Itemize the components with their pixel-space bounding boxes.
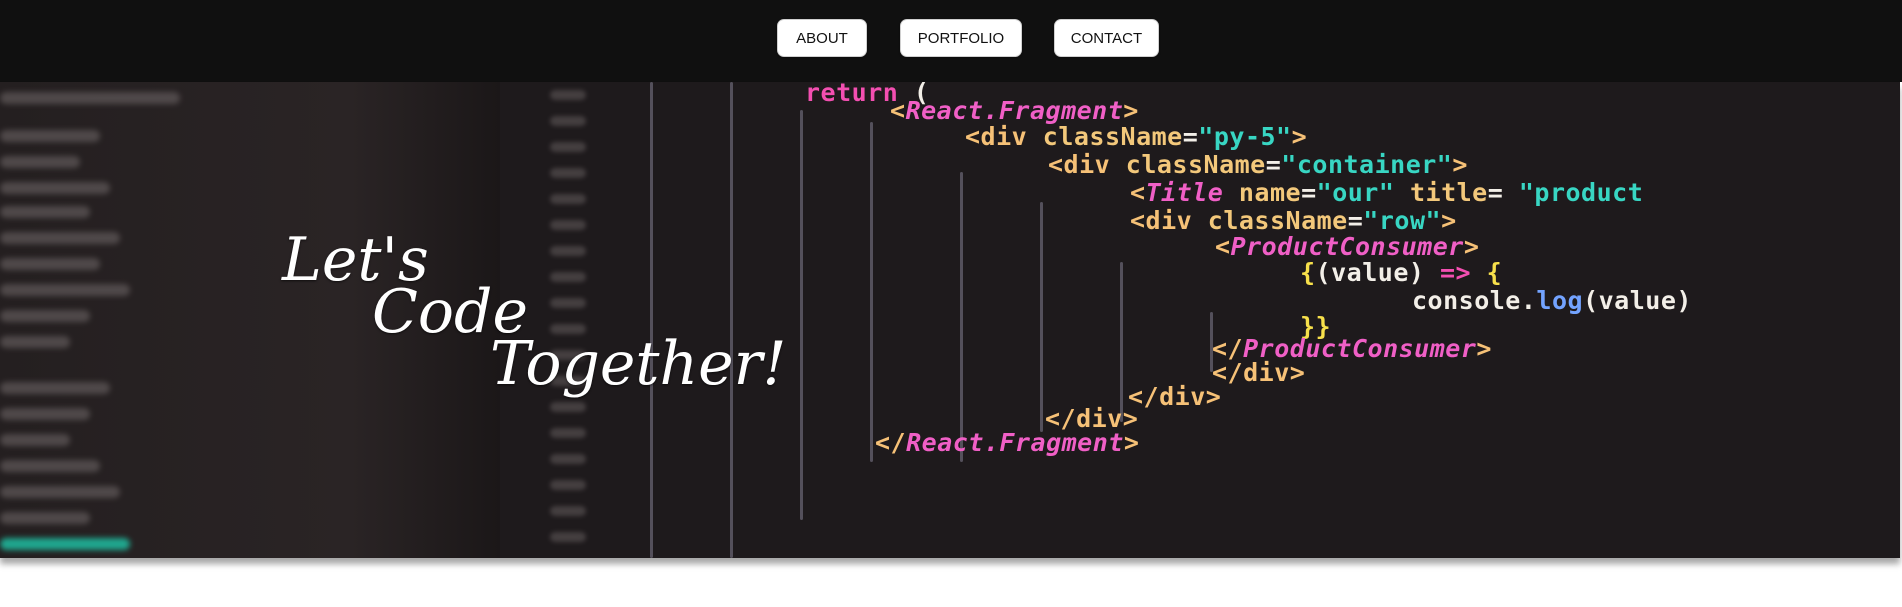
blurred-file-entry	[0, 130, 100, 142]
line-number	[550, 298, 586, 308]
nav-about-button[interactable]: ABOUT	[777, 19, 867, 57]
line-number	[550, 428, 586, 438]
blurred-file-entry	[0, 460, 100, 472]
code-line: <div className="container">	[1048, 150, 1468, 179]
code-line: </React.Fragment>	[875, 428, 1140, 457]
line-number	[550, 532, 586, 542]
code-line: </div>	[1212, 358, 1306, 387]
line-number	[550, 402, 586, 412]
blurred-file-entry	[0, 206, 90, 218]
code-line: <ProductConsumer>	[1215, 232, 1480, 261]
nav-contact-button[interactable]: CONTACT	[1054, 19, 1159, 57]
indent-guide	[730, 82, 733, 558]
blurred-file-entry	[0, 92, 180, 104]
top-navigation-bar: ABOUT PORTFOLIO CONTACT	[0, 0, 1902, 82]
blurred-file-entry	[0, 486, 120, 498]
line-number	[550, 220, 586, 230]
indent-guide	[650, 82, 653, 558]
blurred-file-entry	[0, 310, 90, 322]
line-number	[550, 480, 586, 490]
blurred-file-entry	[0, 336, 70, 348]
blurred-file-entry	[0, 382, 110, 394]
blurred-file-entry	[0, 512, 90, 524]
code-line: {(value) => {	[1300, 258, 1503, 287]
blurred-file-entry	[0, 258, 100, 270]
line-number	[550, 272, 586, 282]
line-number	[550, 506, 586, 516]
line-number	[550, 194, 586, 204]
indent-guide	[1040, 202, 1043, 432]
nav-portfolio-button[interactable]: PORTFOLIO	[900, 19, 1022, 57]
blurred-file-entry	[0, 156, 80, 168]
indent-guide	[1120, 262, 1123, 422]
line-number	[550, 116, 586, 126]
blurred-file-entry	[0, 182, 110, 194]
blurred-file-entry	[0, 538, 130, 550]
hero-banner: return (<React.Fragment> <div className="…	[0, 82, 1900, 558]
line-number	[550, 246, 586, 256]
blurred-file-entry	[0, 408, 90, 420]
indent-guide	[800, 110, 803, 520]
hero-tagline-line-3: Together!	[490, 329, 787, 399]
code-line: <div className="row">	[1130, 206, 1457, 235]
blurred-file-entry	[0, 284, 130, 296]
hero-line-numbers	[540, 82, 600, 558]
code-line: <div className="py-5">	[965, 122, 1308, 151]
code-line: </div>	[1128, 382, 1222, 411]
line-number	[550, 142, 586, 152]
indent-guide	[870, 122, 873, 462]
code-line: <React.Fragment>	[890, 96, 1139, 125]
code-line: <Title name="our" title= "product	[1130, 178, 1644, 207]
code-line: console.log(value)	[1412, 286, 1692, 315]
line-number	[550, 168, 586, 178]
indent-guide	[960, 172, 963, 462]
blurred-file-entry	[0, 232, 120, 244]
line-number	[550, 454, 586, 464]
line-number	[550, 90, 586, 100]
blurred-file-entry	[0, 434, 70, 446]
